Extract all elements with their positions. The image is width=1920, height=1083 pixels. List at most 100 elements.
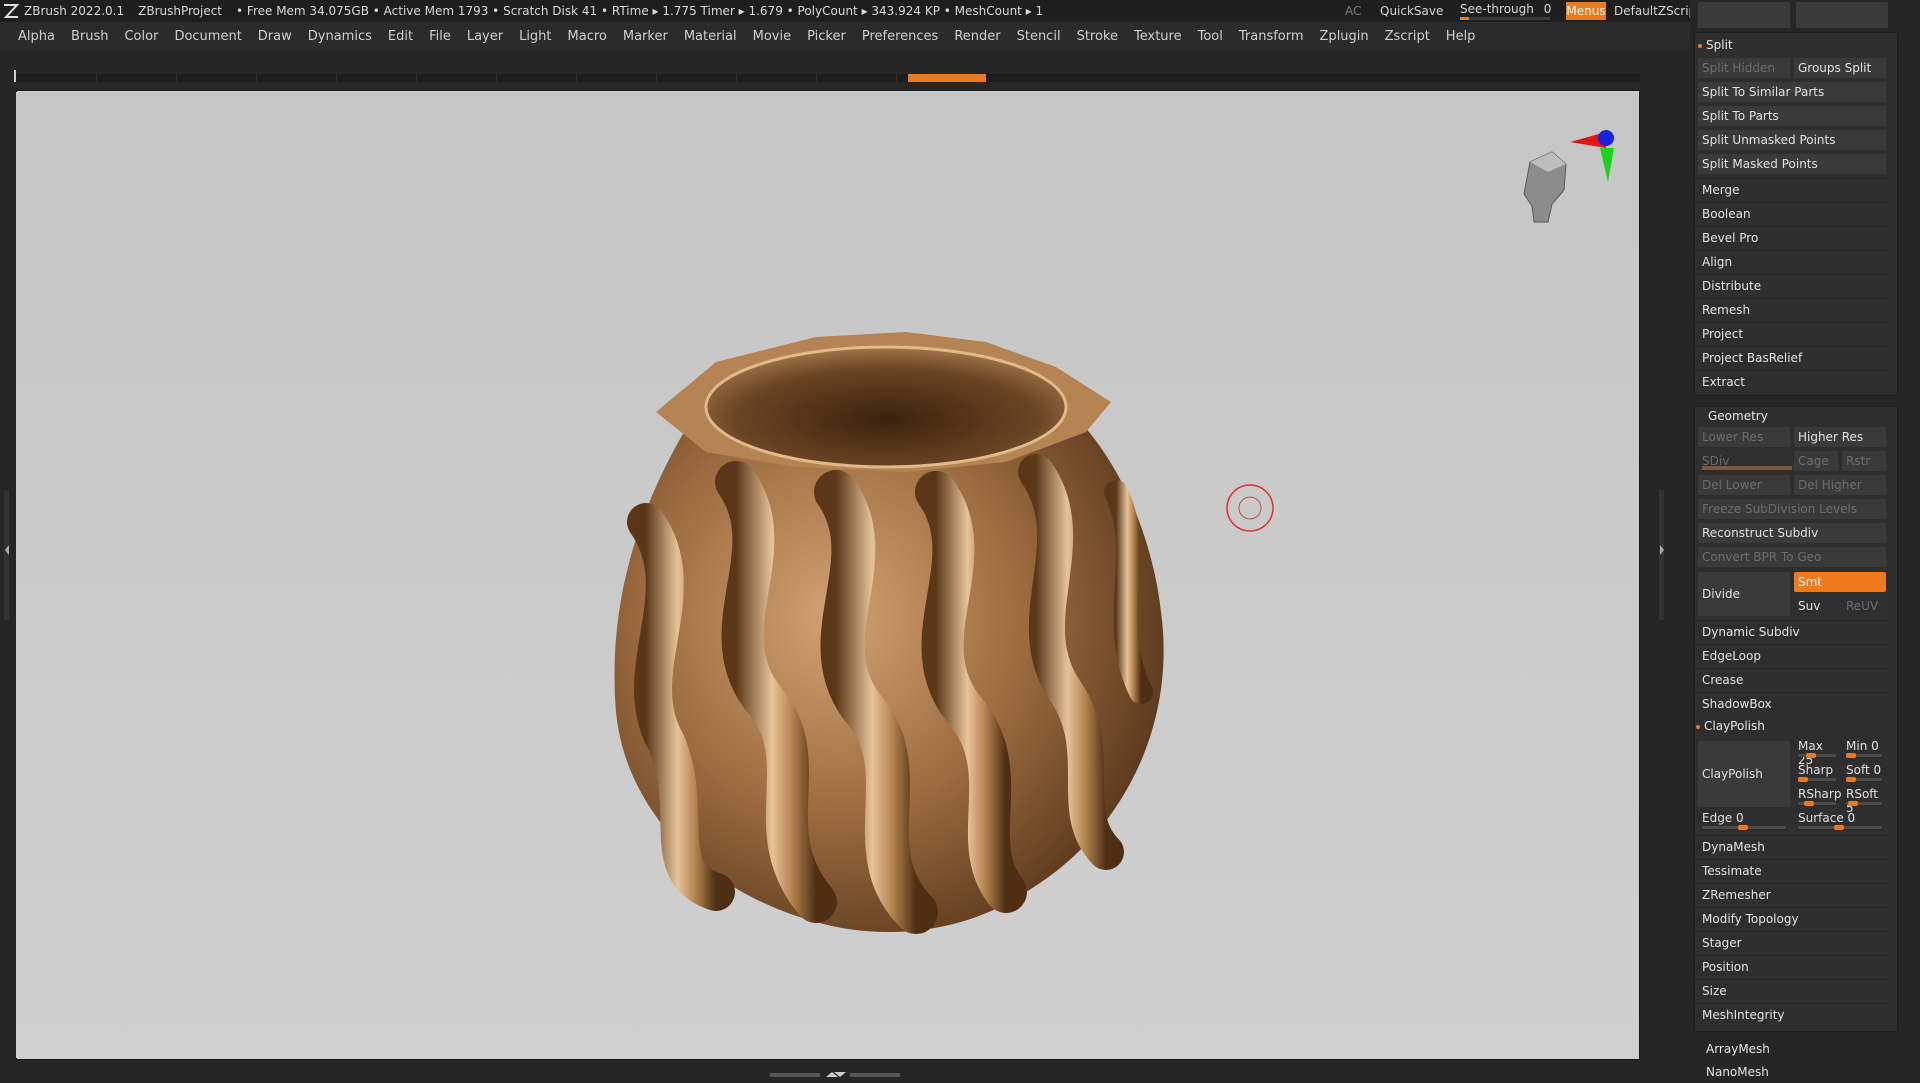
shelf-active-segment[interactable] — [908, 74, 986, 82]
align-item[interactable]: Align — [1694, 250, 1890, 272]
menu-color[interactable]: Color — [124, 29, 158, 44]
geometry-section-header[interactable]: Geometry — [1708, 406, 1768, 426]
panel-top-button[interactable] — [1796, 2, 1888, 28]
lower-res-button[interactable]: Lower Res — [1698, 427, 1790, 447]
menus-toggle-button[interactable]: Menus — [1566, 2, 1606, 20]
split-section-header[interactable]: Split — [1698, 35, 1733, 55]
menu-dynamics[interactable]: Dynamics — [308, 29, 372, 44]
viewport-canvas[interactable] — [16, 92, 1638, 1058]
claypolish-max-slider[interactable]: Max 25 — [1794, 739, 1840, 767]
divide-button[interactable]: Divide — [1698, 572, 1790, 616]
rstr-button[interactable]: Rstr — [1842, 451, 1886, 471]
menu-document[interactable]: Document — [174, 29, 241, 44]
groups-split-button[interactable]: Groups Split — [1794, 58, 1886, 78]
menu-file[interactable]: File — [429, 29, 451, 44]
claypolish-surface-slider[interactable]: Surface 0 — [1794, 811, 1886, 831]
cage-button[interactable]: Cage — [1794, 451, 1838, 471]
panel-top-button[interactable] — [1698, 2, 1790, 28]
convert-bpr-button[interactable]: Convert BPR To Geo — [1698, 547, 1886, 567]
menu-movie[interactable]: Movie — [753, 29, 791, 44]
navigation-gizmo[interactable] — [1506, 122, 1616, 232]
del-higher-button[interactable]: Del Higher — [1794, 475, 1886, 495]
quicksave-button[interactable]: QuickSave — [1380, 0, 1443, 22]
menu-light[interactable]: Light — [519, 29, 551, 44]
reconstruct-subdiv-button[interactable]: Reconstruct Subdiv — [1698, 523, 1886, 543]
bevel-pro-item[interactable]: Bevel Pro — [1694, 226, 1890, 248]
right-tray-handle[interactable] — [1658, 490, 1666, 620]
menu-macro[interactable]: Macro — [568, 29, 607, 44]
claypolish-soft-slider[interactable]: Soft 0 — [1842, 763, 1886, 783]
menu-layer[interactable]: Layer — [467, 29, 503, 44]
split-similar-parts-button[interactable]: Split To Similar Parts — [1698, 82, 1886, 102]
extract-item[interactable]: Extract — [1694, 370, 1890, 392]
modify-topology-item[interactable]: Modify Topology — [1694, 907, 1890, 929]
menu-brush[interactable]: Brush — [71, 29, 109, 44]
shelf-segment[interactable] — [736, 74, 817, 82]
menu-zplugin[interactable]: Zplugin — [1320, 29, 1369, 44]
shelf-segment[interactable] — [496, 74, 577, 82]
sculpted-vase-model[interactable] — [586, 292, 1186, 952]
claypolish-min-slider[interactable]: Min 0 — [1842, 739, 1886, 759]
project-name[interactable]: ZBrushProject — [138, 4, 222, 18]
split-masked-button[interactable]: Split Masked Points — [1698, 154, 1886, 174]
see-through-slider[interactable]: See-through 0 — [1460, 2, 1556, 20]
menu-marker[interactable]: Marker — [623, 29, 668, 44]
split-to-parts-button[interactable]: Split To Parts — [1698, 106, 1886, 126]
remesh-item[interactable]: Remesh — [1694, 298, 1890, 320]
document-tab-strip[interactable] — [16, 74, 1640, 82]
split-hidden-button[interactable]: Split Hidden — [1698, 58, 1790, 78]
higher-res-button[interactable]: Higher Res — [1794, 427, 1886, 447]
shelf-segment[interactable] — [96, 74, 177, 82]
shelf-segment[interactable] — [416, 74, 497, 82]
menu-edit[interactable]: Edit — [388, 29, 413, 44]
edgeloop-item[interactable]: EdgeLoop — [1694, 644, 1890, 666]
menu-picker[interactable]: Picker — [807, 29, 846, 44]
menu-stroke[interactable]: Stroke — [1077, 29, 1118, 44]
claypolish-rsharp-slider[interactable]: RSharp — [1794, 787, 1841, 807]
crease-item[interactable]: Crease — [1694, 668, 1890, 690]
shelf-segment[interactable] — [176, 74, 257, 82]
claypolish-section-header[interactable]: ClayPolish — [1696, 716, 1765, 736]
project-basrelief-item[interactable]: Project BasRelief — [1694, 346, 1890, 368]
shelf-segment[interactable] — [256, 74, 337, 82]
del-lower-button[interactable]: Del Lower — [1698, 475, 1790, 495]
shelf-segment[interactable] — [576, 74, 657, 82]
bottom-tray-handle[interactable] — [770, 1068, 900, 1077]
distribute-item[interactable]: Distribute — [1694, 274, 1890, 296]
menu-tool[interactable]: Tool — [1198, 29, 1223, 44]
default-zscript-button[interactable]: DefaultZScript — [1614, 0, 1701, 22]
split-unmasked-button[interactable]: Split Unmasked Points — [1698, 130, 1886, 150]
claypolish-rsoft-slider[interactable]: RSoft 5 — [1842, 787, 1886, 815]
dynamesh-item[interactable]: DynaMesh — [1694, 835, 1890, 857]
menu-transform[interactable]: Transform — [1239, 29, 1304, 44]
claypolish-edge-slider[interactable]: Edge 0 — [1698, 811, 1790, 831]
suv-toggle[interactable]: Suv — [1794, 596, 1838, 616]
menu-preferences[interactable]: Preferences — [862, 29, 938, 44]
menu-render[interactable]: Render — [954, 29, 1000, 44]
boolean-item[interactable]: Boolean — [1694, 202, 1890, 224]
shelf-segment[interactable] — [816, 74, 897, 82]
tessimate-item[interactable]: Tessimate — [1694, 859, 1890, 881]
position-item[interactable]: Position — [1694, 955, 1890, 977]
arraymesh-header[interactable]: ArrayMesh — [1698, 1038, 1894, 1060]
menu-stencil[interactable]: Stencil — [1017, 29, 1061, 44]
shelf-segment[interactable] — [16, 74, 97, 82]
shelf-segment[interactable] — [336, 74, 417, 82]
menu-alpha[interactable]: Alpha — [18, 29, 55, 44]
meshintegrity-item[interactable]: MeshIntegrity — [1694, 1003, 1890, 1025]
shelf-segment[interactable] — [656, 74, 737, 82]
ac-label[interactable]: AC — [1345, 0, 1361, 22]
shadowbox-item[interactable]: ShadowBox — [1694, 692, 1890, 714]
dynamic-subdiv-item[interactable]: Dynamic Subdiv — [1694, 620, 1890, 642]
size-item[interactable]: Size — [1694, 979, 1890, 1001]
project-item[interactable]: Project — [1694, 322, 1890, 344]
smt-toggle[interactable]: Smt — [1794, 572, 1886, 592]
merge-item[interactable]: Merge — [1694, 178, 1890, 200]
stager-item[interactable]: Stager — [1694, 931, 1890, 953]
claypolish-sharp-slider[interactable]: Sharp — [1794, 763, 1840, 783]
claypolish-button[interactable]: ClayPolish — [1698, 741, 1790, 807]
freeze-subdivision-button[interactable]: Freeze SubDivision Levels — [1698, 499, 1886, 519]
menu-help[interactable]: Help — [1446, 29, 1476, 44]
reuv-button[interactable]: ReUV — [1842, 596, 1886, 616]
menu-material[interactable]: Material — [684, 29, 737, 44]
